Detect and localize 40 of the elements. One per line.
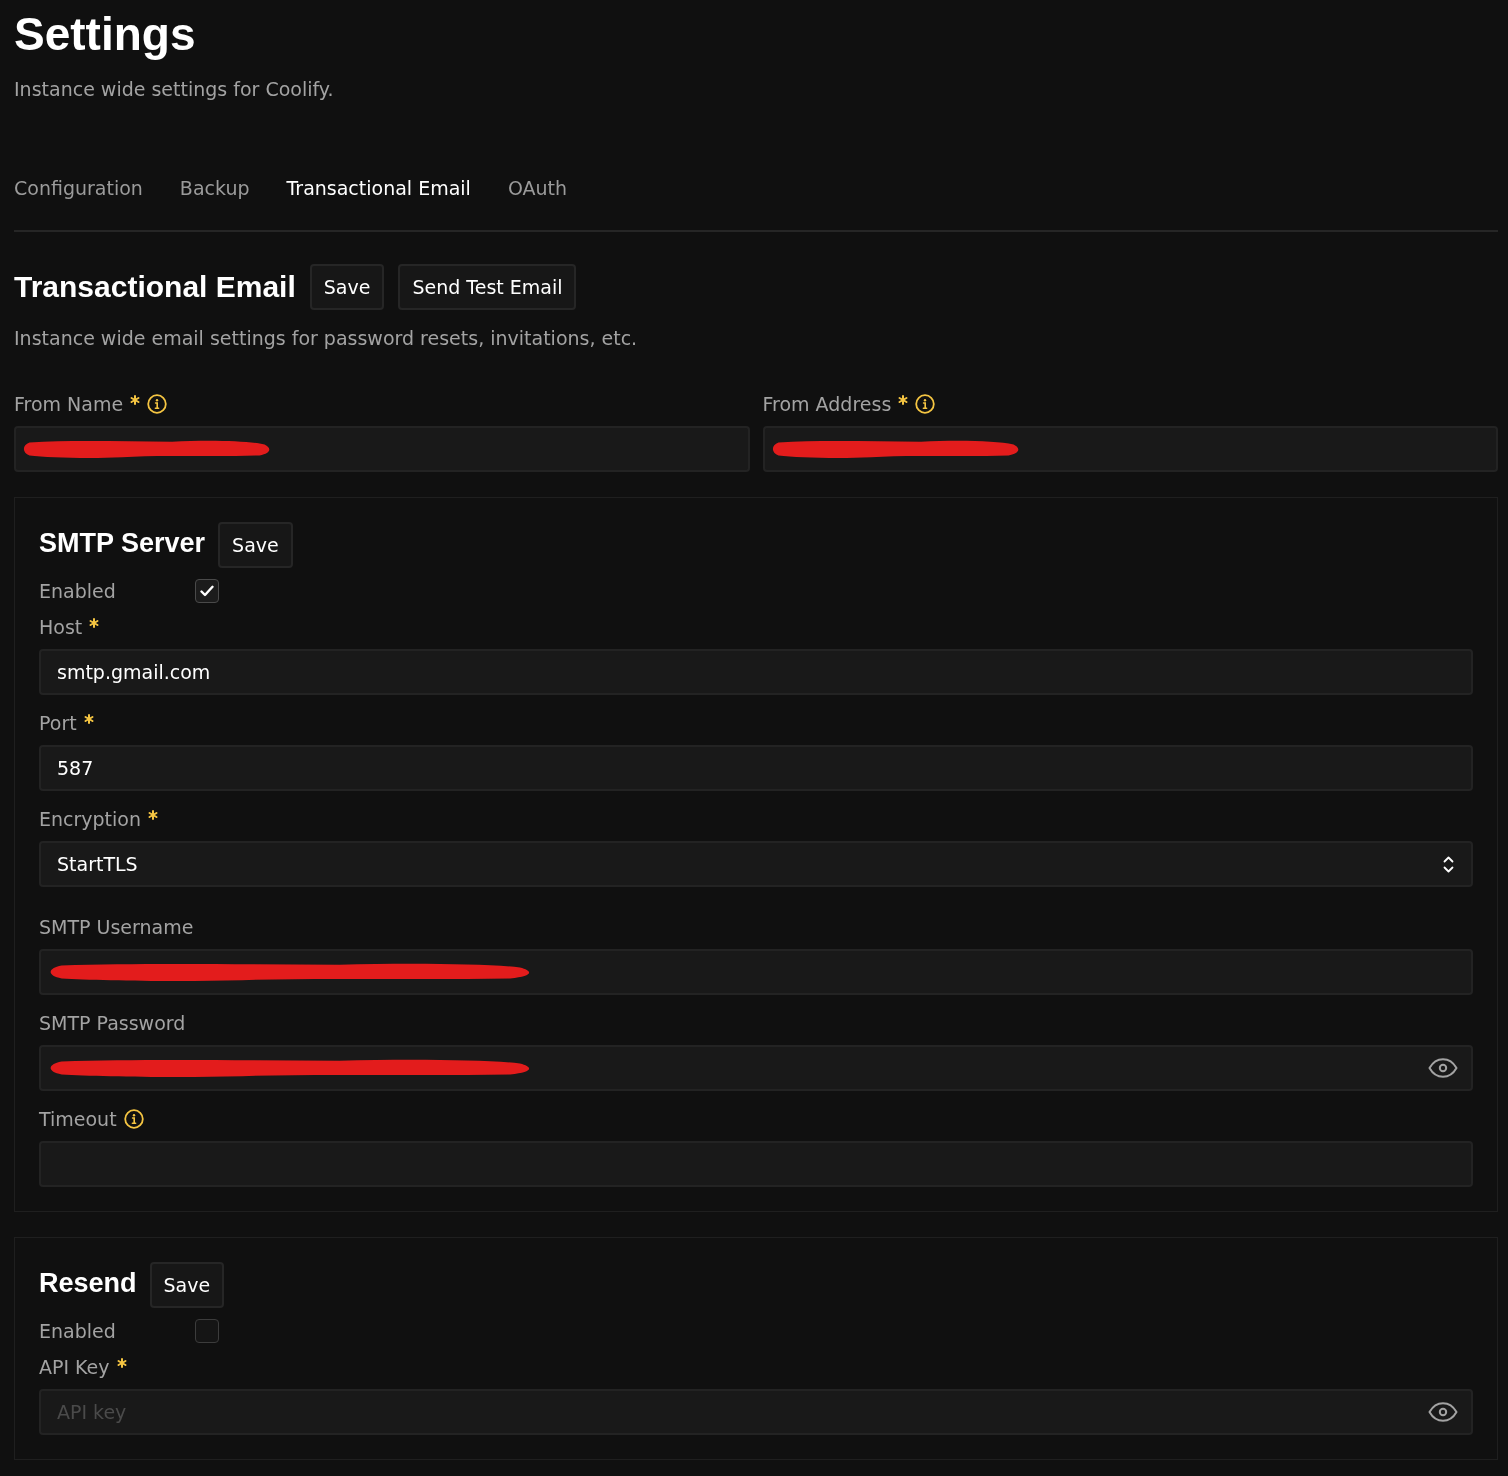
field-label: Port <box>39 711 77 736</box>
tab[interactable]: OAuth <box>507 174 568 202</box>
send-test-email-button[interactable]: Send Test Email <box>398 264 577 310</box>
card-title: Resend <box>39 1267 137 1300</box>
eye-icon[interactable] <box>1428 1402 1458 1422</box>
eye-icon[interactable] <box>1428 1058 1458 1078</box>
field-label: From Name <box>14 392 124 417</box>
field-label: SMTP Username <box>39 915 194 940</box>
text-input[interactable]: 587 <box>39 745 1473 791</box>
select-dropdown[interactable]: StartTLS <box>39 841 1473 887</box>
text-input[interactable]: smtp.gmail.com <box>39 649 1473 695</box>
tab[interactable]: Transactional Email <box>286 174 471 202</box>
checkbox[interactable] <box>195 579 219 603</box>
tab[interactable]: Configuration <box>14 174 143 202</box>
section-title: Transactional Email <box>14 269 296 305</box>
field-label: SMTP Password <box>39 1011 186 1036</box>
checkbox[interactable] <box>195 1319 219 1343</box>
field-label: Enabled <box>39 1319 117 1344</box>
info-icon[interactable] <box>147 394 168 414</box>
field-label: Enabled <box>39 579 117 604</box>
save-button[interactable]: Save <box>218 522 293 568</box>
tab[interactable]: Backup <box>179 174 250 202</box>
page-title: Settings <box>14 8 197 60</box>
text-input[interactable] <box>762 426 1498 472</box>
field-label: Encryption <box>39 807 141 832</box>
save-button[interactable]: Save <box>149 1262 225 1308</box>
info-icon[interactable] <box>915 394 936 414</box>
text-input[interactable] <box>14 426 750 472</box>
info-icon[interactable] <box>123 1109 144 1129</box>
checkmark-icon <box>200 585 214 597</box>
up-down-chevron-icon <box>1443 855 1454 873</box>
field-label: Timeout <box>39 1107 117 1132</box>
field-label: Host <box>39 615 83 640</box>
page-subtitle: Instance wide settings for Coolify. <box>14 77 335 102</box>
text-input[interactable] <box>39 949 1473 995</box>
card-title: SMTP Server <box>39 527 206 560</box>
section-description: Instance wide email settings for password resets, invitations, etc. <box>14 326 639 351</box>
field-label: From Address <box>762 392 892 417</box>
field-label: API Key <box>39 1355 110 1380</box>
save-button[interactable]: Save <box>309 264 385 310</box>
